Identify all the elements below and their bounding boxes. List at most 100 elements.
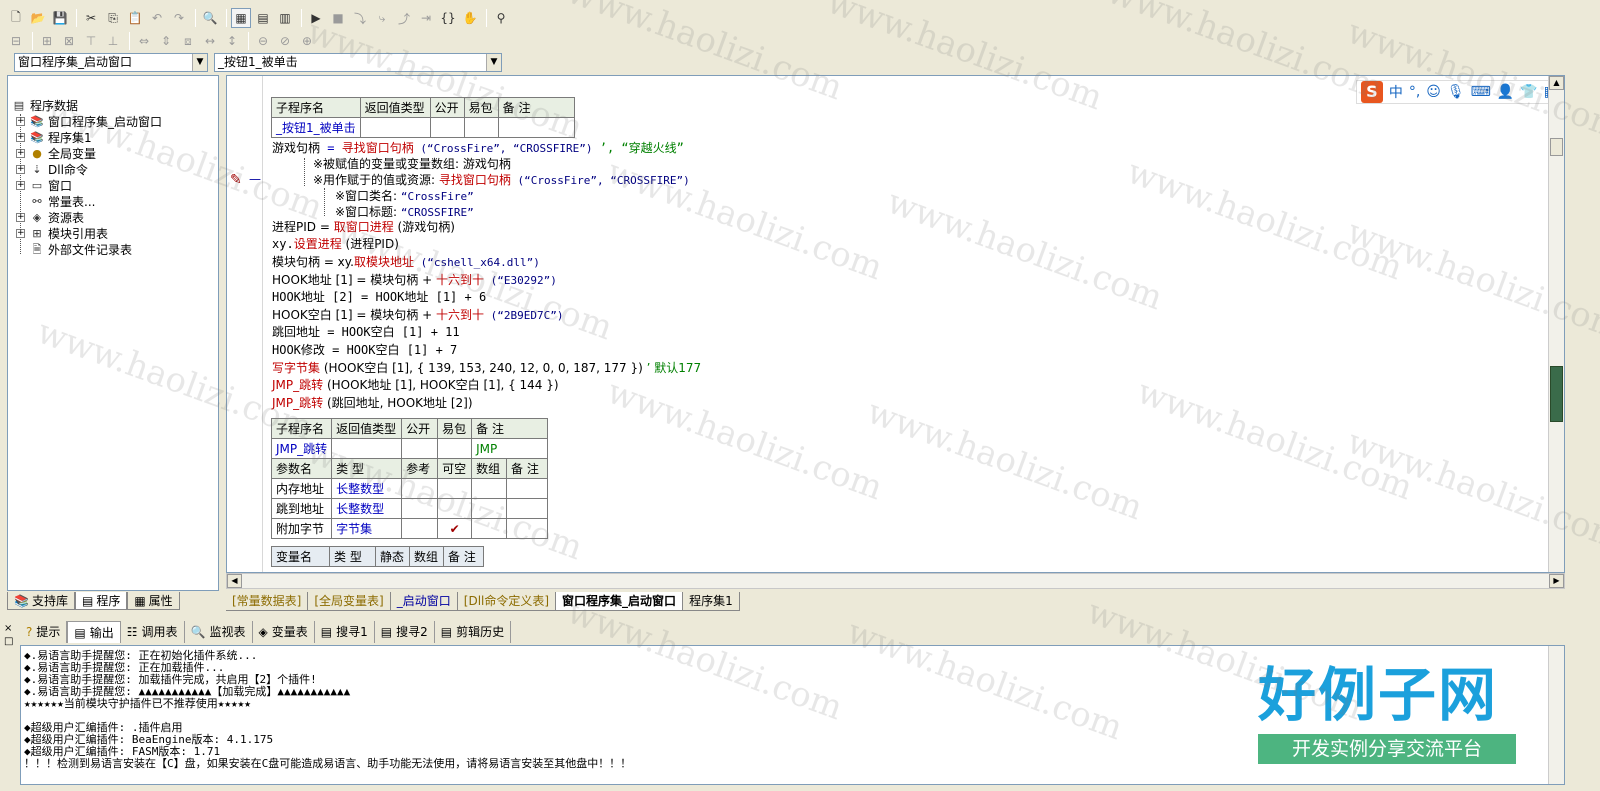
- center-h-icon[interactable]: ⊖: [253, 31, 273, 51]
- subroutine-name[interactable]: _按钮1_被单击: [271, 117, 361, 138]
- tree-item-external-files[interactable]: 🗎 外部文件记录表: [8, 242, 208, 258]
- expand-icon[interactable]: +: [16, 117, 25, 126]
- layout-full-icon[interactable]: ▥: [275, 8, 295, 28]
- tree-item-dll[interactable]: + ⇣ Dll命令: [8, 162, 208, 178]
- cell[interactable]: [437, 498, 473, 519]
- code-line[interactable]: HOOK地址 [2] = HOOK地址 [1] + 6: [272, 289, 486, 306]
- tree-item-assembly-start[interactable]: + 📚 窗口程序集_启动窗口: [8, 114, 208, 130]
- braces-icon[interactable]: {}: [438, 8, 458, 28]
- align-top-icon[interactable]: ⊤: [81, 31, 101, 51]
- cell[interactable]: [437, 438, 473, 459]
- assembly-select[interactable]: 窗口程序集_启动窗口 ▼: [14, 53, 208, 72]
- bottom-panel-pin-icon[interactable]: □: [4, 636, 13, 647]
- align-left-icon[interactable]: ⊟: [6, 31, 26, 51]
- tab-search2[interactable]: ▤ 搜寻2: [375, 621, 435, 643]
- cell[interactable]: [437, 478, 473, 499]
- tab-call-stack[interactable]: ☷ 调用表: [121, 621, 185, 643]
- tab-variables[interactable]: ◈ 变量表: [253, 621, 315, 643]
- same-height-icon[interactable]: ⇕: [156, 31, 176, 51]
- tab-search1[interactable]: ▤ 搜寻1: [315, 621, 375, 643]
- tab-properties[interactable]: ▦ 属性: [127, 592, 180, 610]
- binoculars-icon[interactable]: ⚲: [491, 8, 511, 28]
- cell[interactable]: [506, 518, 549, 539]
- param-name[interactable]: 附加字节: [270, 518, 333, 539]
- code-line[interactable]: JMP_跳转 (跳回地址, HOOK地址 [2]): [272, 395, 473, 412]
- cell[interactable]: [471, 478, 508, 499]
- open-folder-icon[interactable]: 📂: [28, 8, 48, 28]
- expand-icon[interactable]: +: [16, 165, 25, 174]
- scroll-left-icon[interactable]: ◀: [227, 574, 242, 588]
- param-name[interactable]: 内存地址: [270, 478, 333, 499]
- align-center-h-icon[interactable]: ⊞: [37, 31, 57, 51]
- expand-icon[interactable]: +: [16, 181, 25, 190]
- step-into-icon[interactable]: ⤷: [372, 8, 392, 28]
- code-line[interactable]: HOOK修改 = HOOK空白 [1] + 7: [272, 342, 457, 359]
- align-right-icon[interactable]: ⊠: [59, 31, 79, 51]
- tree-item-assembly1[interactable]: + 📚 程序集1: [8, 130, 208, 146]
- subroutine-note[interactable]: JMP: [471, 438, 549, 459]
- tab-watch[interactable]: 🔍 监视表: [185, 621, 253, 643]
- run-icon[interactable]: ▶: [306, 8, 326, 28]
- chevron-down-icon[interactable]: ▼: [192, 54, 207, 71]
- align-bottom-icon[interactable]: ⊥: [103, 31, 123, 51]
- param-type[interactable]: 长整数型: [331, 498, 403, 519]
- same-size-icon[interactable]: ⧈: [178, 31, 198, 51]
- tree-item-globals[interactable]: + ● 全局变量: [8, 146, 208, 162]
- code-line[interactable]: 模块句柄 = xy.取模块地址 (“cshell_x64.dll”): [272, 254, 540, 271]
- code-line[interactable]: 跳回地址 = HOOK空白 [1] + 11: [272, 324, 460, 341]
- cell[interactable]: [506, 478, 549, 499]
- tab-hint[interactable]: ? 提示: [20, 621, 68, 643]
- punctuation-icon[interactable]: °,: [1409, 84, 1420, 100]
- run-to-cursor-icon[interactable]: ⇥: [416, 8, 436, 28]
- paste-icon[interactable]: 📋: [125, 8, 145, 28]
- sogou-icon[interactable]: S: [1360, 81, 1383, 103]
- tree-item-modules[interactable]: + ⊞ 模块引用表: [8, 226, 208, 242]
- cell[interactable]: [506, 498, 549, 519]
- cell[interactable]: [401, 478, 439, 499]
- cut-icon[interactable]: ✂: [81, 8, 101, 28]
- param-name[interactable]: 跳到地址: [270, 498, 333, 519]
- expand-icon[interactable]: +: [16, 133, 25, 142]
- tab-dll[interactable]: [Dll命令定义表]: [457, 592, 557, 611]
- code-line[interactable]: xy.设置进程 (进程PID): [272, 236, 399, 253]
- new-file-icon[interactable]: 🗋: [6, 8, 26, 28]
- tree-item-resources[interactable]: + ◈ 资源表: [8, 210, 208, 226]
- code-line[interactable]: 游戏句柄 = 寻找窗口句柄 (“CrossFire”, “CROSSFIRE”)…: [272, 140, 684, 157]
- tree-item-constants[interactable]: ⚯ 常量表...: [8, 194, 208, 210]
- code-line[interactable]: 进程PID = 取窗口进程 (游戏句柄): [272, 219, 455, 236]
- expand-icon[interactable]: +: [16, 229, 25, 238]
- undo-icon[interactable]: ↶: [147, 8, 167, 28]
- bottom-panel-close-icon[interactable]: ×: [4, 623, 12, 634]
- vertical-scrollbar[interactable]: ▲: [1548, 76, 1564, 572]
- find-icon[interactable]: 🔍: [200, 8, 220, 28]
- save-icon[interactable]: 💾: [50, 8, 70, 28]
- layout-left-icon[interactable]: ▦: [231, 8, 251, 28]
- layout-bottom-icon[interactable]: ▤: [253, 8, 273, 28]
- tab-clipboard-history[interactable]: ▤ 剪辑历史: [435, 621, 512, 643]
- cell[interactable]: [429, 117, 465, 138]
- output-scrollbar[interactable]: [1548, 646, 1564, 784]
- cell[interactable]: [497, 117, 575, 138]
- same-width-icon[interactable]: ⇔: [134, 31, 154, 51]
- code-line[interactable]: HOOK地址 [1] = 模块句柄 + 十六到十 (“E30292”): [272, 272, 557, 289]
- redo-icon[interactable]: ↷: [169, 8, 189, 28]
- cell[interactable]: [471, 518, 508, 539]
- hand-icon[interactable]: ✋: [460, 8, 480, 28]
- chevron-down-icon[interactable]: ▼: [486, 54, 501, 71]
- param-type[interactable]: 字节集: [331, 518, 403, 539]
- center-v-icon[interactable]: ⊘: [275, 31, 295, 51]
- code-editor[interactable]: ✎ — 子程序名 返回值类型 公开 易包 备 注 _按钮1_被单击 游戏句柄 =…: [226, 75, 1565, 573]
- space-v-icon[interactable]: ↕: [222, 31, 242, 51]
- code-line[interactable]: 写字节集 (HOOK空白 [1], { 139, 153, 240, 12, 0…: [272, 360, 701, 377]
- nullable-checkmark[interactable]: ✔: [437, 518, 473, 539]
- tab-globals[interactable]: [全局变量表]: [308, 592, 391, 611]
- emoji-icon[interactable]: ☺: [1426, 84, 1441, 100]
- tab-output[interactable]: ▤ 输出: [67, 621, 121, 643]
- cell[interactable]: [331, 438, 403, 459]
- step-out-icon[interactable]: ⤴: [394, 8, 414, 28]
- cell[interactable]: [401, 438, 439, 459]
- tree-item-window[interactable]: + ▭ 窗口: [8, 178, 208, 194]
- code-line[interactable]: HOOK空白 [1] = 模块句柄 + 十六到十 (“2B9ED7C”): [272, 307, 563, 324]
- tab-support-library[interactable]: 📚 支持库: [7, 592, 75, 610]
- skin-icon[interactable]: 👕: [1520, 84, 1537, 100]
